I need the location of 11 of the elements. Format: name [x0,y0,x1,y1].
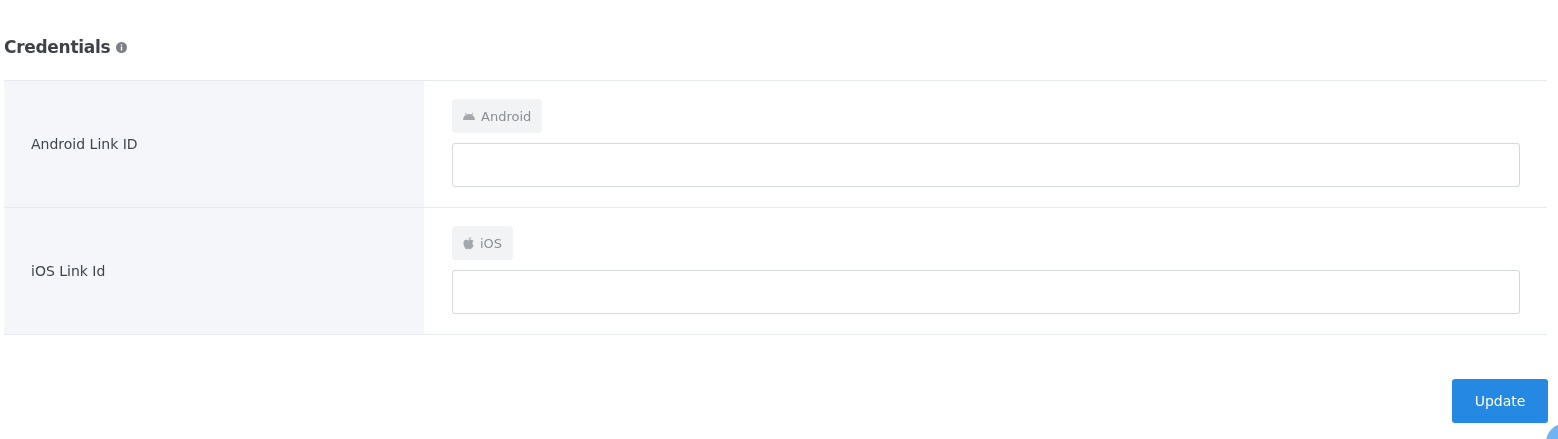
platform-tag: Android [452,99,543,133]
apple-icon [463,236,474,250]
android-icon [463,112,475,120]
section-title: Credentials [4,36,111,58]
input-field[interactable] [452,270,1520,314]
field-label: iOS Link Id [31,263,106,279]
input-field[interactable] [452,143,1520,187]
field-label: Android Link ID [31,136,138,152]
update-button[interactable]: Update [1452,379,1548,423]
info-icon[interactable] [116,41,128,53]
platform-tag: iOS [452,226,514,260]
